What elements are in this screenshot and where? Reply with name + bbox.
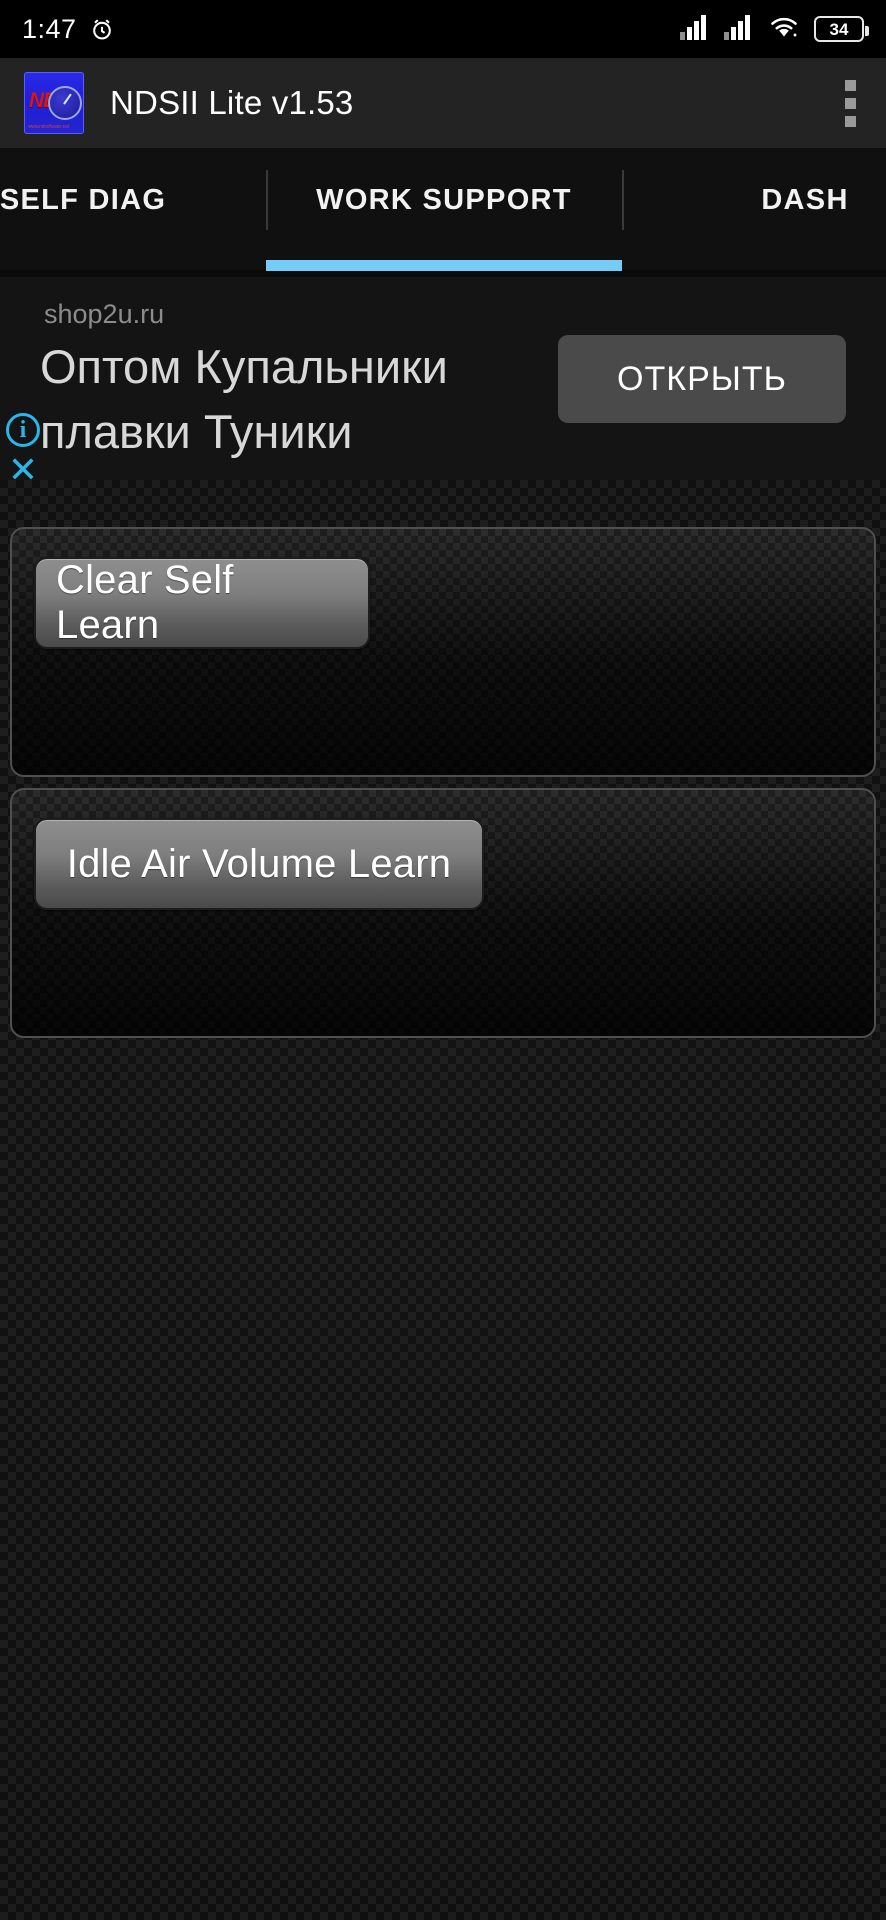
status-bar: 1:47 34 [0, 0, 886, 58]
app-screen: 1:47 34 www.ndsoftware.net NDSII Lite v1… [0, 0, 886, 1920]
tab-dash[interactable]: DASH [622, 148, 886, 252]
overflow-dot [845, 97, 856, 109]
ad-info-icon[interactable]: i [6, 413, 40, 447]
battery-level: 34 [829, 19, 849, 39]
tab-divider [622, 170, 624, 230]
cellular-signal-icon [724, 14, 754, 45]
overflow-dot [845, 115, 856, 127]
nds-app-icon: NDS www.ndsoftware.net [24, 72, 84, 134]
work-support-card: Idle Air Volume Learn [10, 788, 876, 1038]
work-support-card: Clear Self Learn [10, 527, 876, 777]
ad-open-button[interactable]: ОТКРЫТЬ [558, 335, 846, 423]
status-time: 1:47 [22, 13, 77, 44]
tab-divider [266, 170, 268, 230]
tab-label: SELF DIAG [0, 183, 167, 216]
work-support-panel: Clear Self Learn Idle Air Volume Learn [0, 480, 886, 1920]
idle-air-volume-learn-button[interactable]: Idle Air Volume Learn [34, 818, 484, 910]
status-bar-right: 34 [680, 14, 869, 45]
ad-close-icon[interactable]: ✕ [5, 452, 41, 488]
ad-headline-line1: Оптом Купальники [40, 340, 448, 393]
overflow-menu-icon[interactable] [839, 74, 862, 133]
overflow-dot [845, 79, 856, 91]
wifi-icon [768, 14, 800, 45]
gauge-icon [48, 86, 82, 120]
clear-self-learn-button[interactable]: Clear Self Learn [34, 557, 370, 649]
tab-bar: SELF DIAG WORK SUPPORT DASH [0, 148, 886, 270]
battery-icon: 34 [814, 16, 869, 42]
ad-headline-line2: плавки Туники [40, 405, 353, 458]
tab-label: DASH [761, 183, 849, 216]
tab-self-diag[interactable]: SELF DIAG [0, 148, 266, 252]
tab-label: WORK SUPPORT [316, 183, 572, 216]
active-tab-indicator [266, 260, 622, 271]
ad-site-label: shop2u.ru [44, 299, 165, 329]
cellular-signal-icon [680, 14, 710, 45]
app-icon-url: www.ndsoftware.net [28, 124, 70, 130]
tab-strip: SELF DIAG WORK SUPPORT DASH [0, 148, 886, 252]
tab-work-support[interactable]: WORK SUPPORT [266, 148, 622, 252]
status-bar-left: 1:47 [22, 14, 115, 45]
ad-banner[interactable]: shop2u.ru Оптом Купальники плавки Туники… [0, 277, 886, 480]
alarm-clock-icon [89, 16, 115, 42]
app-bar: NDS www.ndsoftware.net NDSII Lite v1.53 [0, 58, 886, 148]
page-title: NDSII Lite v1.53 [110, 84, 354, 121]
